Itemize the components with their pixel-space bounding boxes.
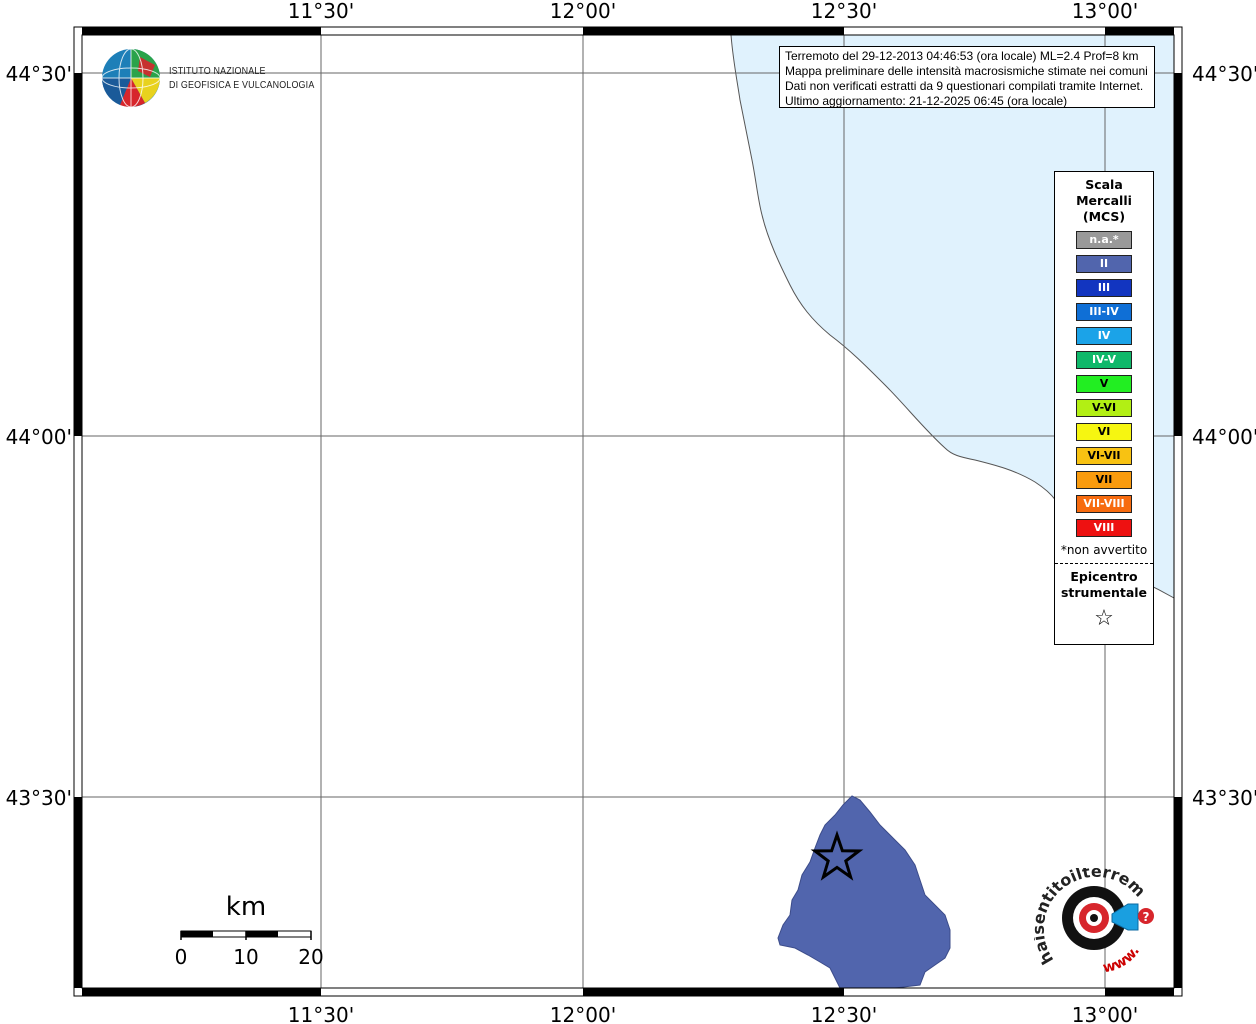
event-info-line-3: Dati non verificati estratti da 9 questi… <box>785 79 1144 93</box>
mcs-legend: Scala Mercalli (MCS) n.a.* II III III-IV IV I… <box>1054 171 1154 645</box>
lon-label-top-1: 11°30' <box>288 0 354 23</box>
legend-note: *non avvertito <box>1060 543 1148 557</box>
legend-item-n-a: n.a.* <box>1076 231 1132 249</box>
event-info-line-1: Terremoto del 29-12-2013 04:46:53 (ora l… <box>785 49 1139 63</box>
legend-separator <box>1055 563 1153 564</box>
legend-item-vii: VII <box>1076 471 1132 489</box>
event-info-line-4: Ultimo aggiornamento: 21-12-2025 06:45 (… <box>785 94 1068 108</box>
lat-label-right-1: 44°30' <box>1192 62 1256 86</box>
legend-item-vi: VI <box>1076 423 1132 441</box>
event-info-box: Terremoto del 29-12-2013 04:46:53 (ora l… <box>779 46 1155 108</box>
lon-label-bottom-4: 13°00' <box>1072 1003 1138 1024</box>
ingv-logo-line2: DI GEOFISICA E VULCANOLOGIA <box>169 79 315 91</box>
lat-label-left-1: 44°30' <box>6 62 72 86</box>
legend-item-vi-vii: VI-VII <box>1076 447 1132 465</box>
lat-label-right-3: 43°30' <box>1192 786 1256 810</box>
haisentito-www-text: www. <box>1101 943 1142 976</box>
legend-item-v-vi: V-VI <box>1076 399 1132 417</box>
scale-bar-label-20: 20 <box>298 945 323 969</box>
lat-label-left-3: 43°30' <box>6 786 72 810</box>
legend-item-vii-viii: VII-VIII <box>1076 495 1132 513</box>
lon-label-top-3: 12°30' <box>811 0 877 23</box>
scale-bar-unit: km <box>226 892 266 922</box>
legend-epicenter-star-icon: ☆ <box>1094 606 1114 631</box>
legend-items: n.a.* II III III-IV IV IV-V V V-VI VI VI-VII VII VI… <box>1055 231 1153 537</box>
question-icon: ? <box>1143 910 1150 924</box>
scale-bar-label-10: 10 <box>233 945 258 969</box>
haisentito-logo: haisentitoilterremoto.it www. ? <box>1029 853 1164 978</box>
ingv-logo: ISTITUTO NAZIONALE DI GEOFISICA E VULCAN… <box>100 47 320 111</box>
lon-label-bottom-2: 12°00' <box>550 1003 616 1024</box>
lat-label-left-2: 44°00' <box>6 425 72 449</box>
legend-item-viii: VIII <box>1076 519 1132 537</box>
legend-title: Scala Mercalli (MCS) <box>1076 177 1132 224</box>
legend-epicenter-title: Epicentro strumentale <box>1060 569 1148 600</box>
legend-item-iv-v: IV-V <box>1076 351 1132 369</box>
ingv-logo-line1: ISTITUTO NAZIONALE <box>169 65 266 77</box>
lat-label-right-2: 44°00' <box>1192 425 1256 449</box>
legend-item-v: V <box>1076 375 1132 393</box>
legend-item-iii: III <box>1076 279 1132 297</box>
lon-label-bottom-1: 11°30' <box>288 1003 354 1024</box>
scale-bar: km 0 10 20 <box>170 888 330 978</box>
lon-label-top-4: 13°00' <box>1072 0 1138 23</box>
event-info-line-2: Mappa preliminare delle intensità macros… <box>785 64 1148 78</box>
ingv-logo-text: ISTITUTO NAZIONALE DI GEOFISICA E VULCAN… <box>169 64 314 92</box>
lon-label-bottom-3: 12°30' <box>811 1003 877 1024</box>
legend-item-ii: II <box>1076 255 1132 273</box>
legend-item-iv: IV <box>1076 327 1132 345</box>
legend-item-iii-iv: III-IV <box>1076 303 1132 321</box>
lon-label-top-2: 12°00' <box>550 0 616 23</box>
scale-bar-label-0: 0 <box>175 945 188 969</box>
ingv-globe-icon <box>101 48 161 108</box>
